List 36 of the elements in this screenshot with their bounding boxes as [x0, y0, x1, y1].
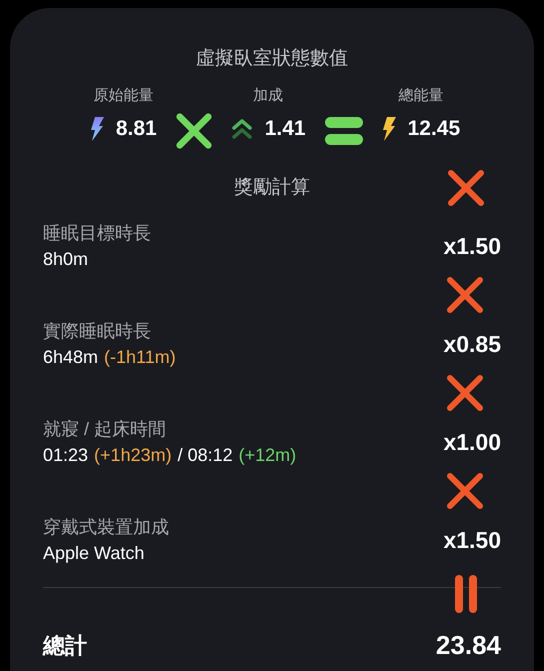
- card-title: 虛擬臥室狀態數值: [196, 47, 348, 71]
- lightning-icon: [382, 117, 396, 141]
- row-value: (-1h11m): [104, 346, 176, 369]
- multiplier: x0.85: [443, 330, 501, 359]
- multiply-icon: [174, 112, 213, 150]
- row-value: / 08:12: [178, 444, 233, 467]
- equals-icon: [324, 116, 364, 146]
- row-label: 睡眠目標時長: [43, 222, 151, 245]
- row-value: 6h48m: [43, 346, 98, 369]
- stat-label: 原始能量: [93, 86, 154, 106]
- row-value: 01:23: [43, 444, 88, 467]
- stat-label: 加成: [253, 86, 284, 106]
- stat-label: 總能量: [398, 86, 444, 106]
- equals-icon: [455, 575, 477, 613]
- multiply-icon: [446, 168, 486, 208]
- multiply-icon: [445, 275, 485, 315]
- row-value: (+12m): [238, 444, 296, 467]
- multiplier: x1.50: [443, 232, 501, 261]
- lightning-icon: [90, 117, 104, 141]
- stat-value: 1.41: [264, 116, 306, 142]
- total-value: 23.84: [436, 628, 501, 662]
- multiply-icon: [445, 373, 485, 413]
- row-label: 穿戴式裝置加成: [43, 516, 169, 539]
- total-label: 總計: [43, 632, 87, 660]
- multiply-icon: [445, 471, 485, 511]
- multiplier: x1.00: [443, 428, 501, 457]
- double-chevron-up-icon: [230, 118, 253, 140]
- stat-value: 8.81: [116, 116, 157, 142]
- stat-value: 12.45: [408, 116, 460, 142]
- row-value: Apple Watch: [43, 542, 144, 565]
- row-value: 8h0m: [43, 248, 88, 271]
- row-value: (+1h23m): [94, 444, 172, 467]
- row-label: 就寢 / 起床時間: [43, 418, 168, 441]
- section-title: 獎勵計算: [234, 176, 310, 200]
- multiplier: x1.50: [443, 526, 501, 555]
- row-label: 實際睡眠時長: [43, 320, 152, 343]
